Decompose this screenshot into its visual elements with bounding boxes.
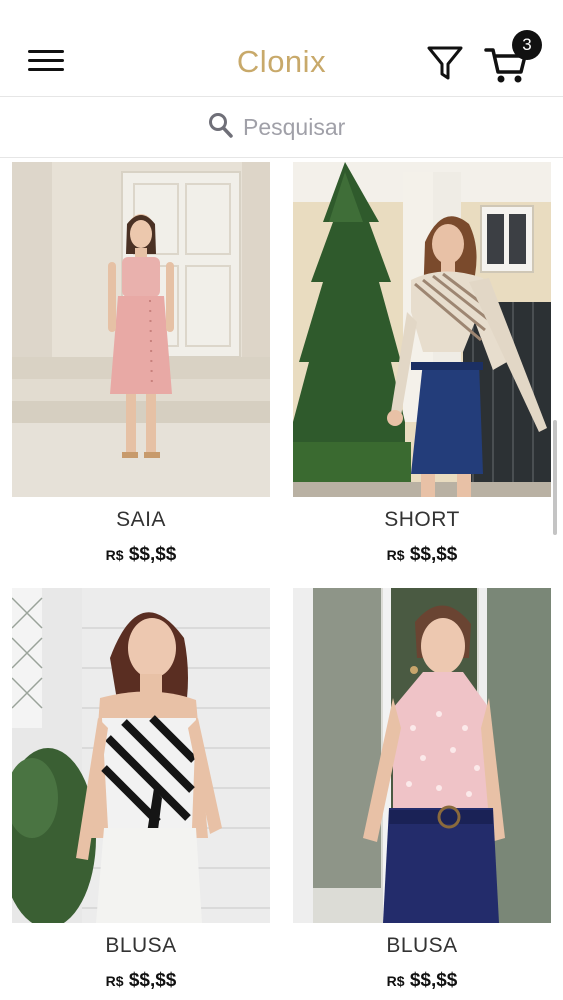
scrollbar[interactable] [553, 420, 557, 535]
product-price: R$ $$,$$ [293, 970, 551, 992]
product-name[interactable]: BLUSA [293, 934, 551, 958]
product-price-value: $$,$$ [128, 544, 177, 565]
cart-count-badge: 3 [512, 30, 542, 60]
app-header: Clonix 3 [0, 0, 563, 97]
product-name[interactable]: SAIA [12, 508, 270, 532]
product-price: R$ $$,$$ [12, 544, 270, 566]
product-image[interactable] [12, 162, 270, 497]
product-price: R$ $$,$$ [293, 544, 551, 566]
search-icon [209, 113, 233, 138]
search-input[interactable] [243, 111, 463, 143]
product-price-value: $$,$$ [409, 544, 458, 565]
product-image[interactable] [12, 588, 270, 923]
brand-logo[interactable]: Clonix [0, 44, 563, 80]
product-price: R$ $$,$$ [12, 970, 270, 992]
product-currency: R$ [386, 547, 405, 563]
product-currency: R$ [105, 547, 124, 563]
product-currency: R$ [105, 973, 124, 989]
product-image[interactable] [293, 588, 551, 923]
product-currency: R$ [386, 973, 405, 989]
product-image[interactable] [293, 162, 551, 497]
cart-button[interactable]: 3 [484, 30, 544, 86]
filter-icon[interactable] [426, 44, 464, 82]
product-name[interactable]: SHORT [293, 508, 551, 532]
product-price-value: $$,$$ [128, 970, 177, 991]
product-price-value: $$,$$ [409, 970, 458, 991]
search-bar [0, 97, 563, 158]
product-name[interactable]: BLUSA [12, 934, 270, 958]
